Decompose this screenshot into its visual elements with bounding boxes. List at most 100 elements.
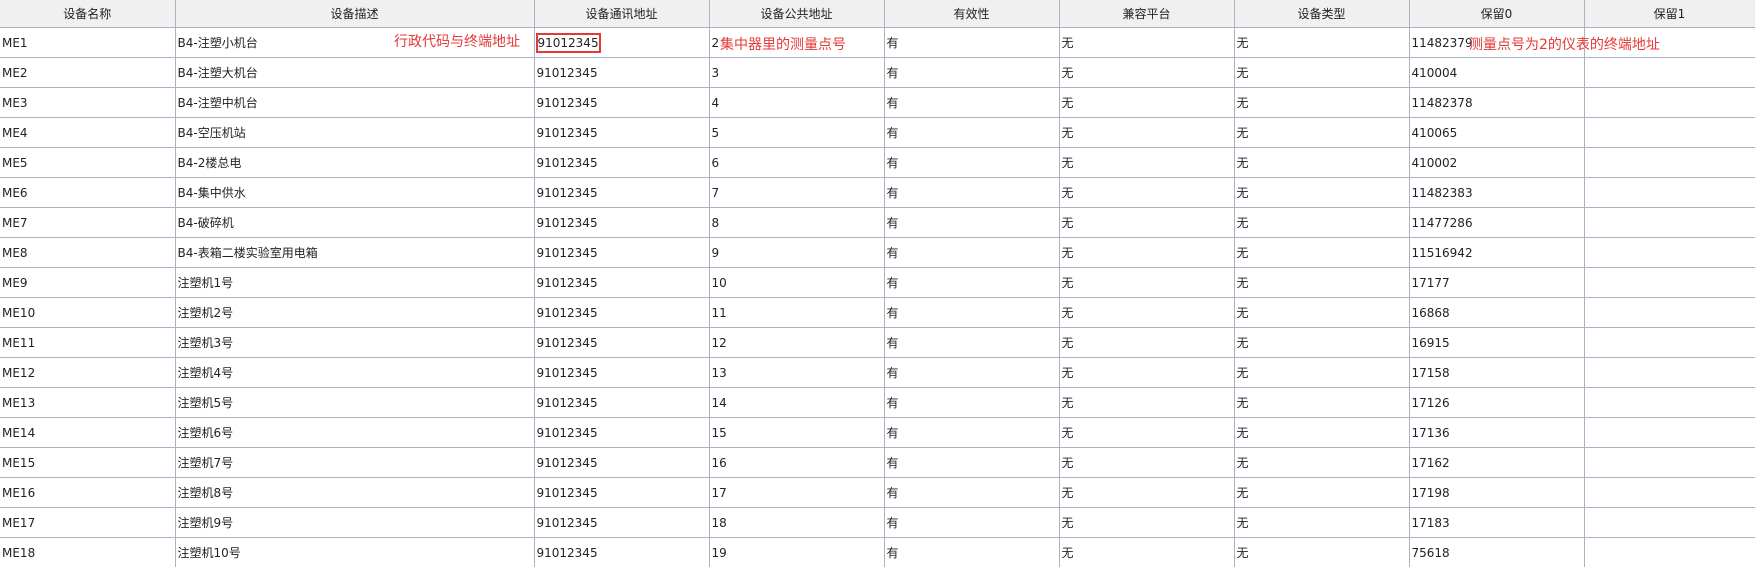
cell-validity[interactable]: 有 [884, 117, 1060, 148]
cell-type[interactable]: 无 [1234, 357, 1410, 388]
cell-comm-address[interactable]: 91012345 [534, 327, 710, 358]
column-header-public-address[interactable]: 设备公共地址 [709, 0, 885, 28]
cell-name[interactable]: ME18 [0, 537, 176, 567]
cell-validity[interactable]: 有 [884, 327, 1060, 358]
cell-type[interactable]: 无 [1234, 447, 1410, 478]
column-header-reserve0[interactable]: 保留0 [1409, 0, 1585, 28]
cell-reserve1[interactable] [1584, 147, 1755, 178]
table-row[interactable]: ME7 B4-破碎机 91012345 8 有 无 无 11477286 [0, 207, 1755, 238]
cell-name[interactable]: ME2 [0, 57, 176, 88]
cell-reserve1[interactable] [1584, 477, 1755, 508]
cell-desc[interactable]: B4-2楼总电 [175, 147, 535, 178]
cell-reserve1[interactable] [1584, 357, 1755, 388]
cell-public-address[interactable]: 6 [709, 147, 885, 178]
cell-desc[interactable]: B4-空压机站 [175, 117, 535, 148]
cell-platform[interactable]: 无 [1059, 87, 1235, 118]
table-row[interactable]: ME16 注塑机8号 91012345 17 有 无 无 17198 [0, 477, 1755, 508]
cell-type[interactable]: 无 [1234, 87, 1410, 118]
cell-name[interactable]: ME13 [0, 387, 176, 418]
cell-reserve0[interactable]: 16915 [1409, 327, 1585, 358]
cell-type[interactable]: 无 [1234, 267, 1410, 298]
cell-validity[interactable]: 有 [884, 147, 1060, 178]
cell-name[interactable]: ME3 [0, 87, 176, 118]
cell-validity[interactable]: 有 [884, 57, 1060, 88]
cell-reserve0[interactable]: 410065 [1409, 117, 1585, 148]
table-row[interactable]: ME9 注塑机1号 91012345 10 有 无 无 17177 [0, 267, 1755, 298]
cell-comm-address[interactable]: 91012345 [534, 477, 710, 508]
cell-validity[interactable]: 有 [884, 417, 1060, 448]
cell-desc[interactable]: 注塑机2号 [175, 297, 535, 328]
cell-desc[interactable]: 注塑机9号 [175, 507, 535, 538]
table-row[interactable]: ME3 B4-注塑中机台 91012345 4 有 无 无 11482378 [0, 87, 1755, 118]
cell-comm-address[interactable]: 91012345 [534, 507, 710, 538]
cell-public-address[interactable]: 10 [709, 267, 885, 298]
cell-validity[interactable]: 有 [884, 507, 1060, 538]
cell-public-address[interactable]: 14 [709, 387, 885, 418]
cell-reserve0[interactable]: 410002 [1409, 147, 1585, 178]
cell-platform[interactable]: 无 [1059, 267, 1235, 298]
cell-desc[interactable]: B4-破碎机 [175, 207, 535, 238]
cell-validity[interactable]: 有 [884, 207, 1060, 238]
cell-name[interactable]: ME4 [0, 117, 176, 148]
cell-reserve1[interactable] [1584, 327, 1755, 358]
cell-type[interactable]: 无 [1234, 237, 1410, 268]
cell-comm-address[interactable]: 91012345 [534, 27, 710, 58]
cell-platform[interactable]: 无 [1059, 57, 1235, 88]
cell-name[interactable]: ME10 [0, 297, 176, 328]
cell-desc[interactable]: B4-注塑大机台 [175, 57, 535, 88]
cell-name[interactable]: ME12 [0, 357, 176, 388]
cell-reserve0[interactable]: 11477286 [1409, 207, 1585, 238]
cell-comm-address[interactable]: 91012345 [534, 267, 710, 298]
cell-reserve1[interactable] [1584, 267, 1755, 298]
table-row[interactable]: ME10 注塑机2号 91012345 11 有 无 无 16868 [0, 297, 1755, 328]
cell-name[interactable]: ME16 [0, 477, 176, 508]
cell-desc[interactable]: 注塑机7号 [175, 447, 535, 478]
cell-public-address[interactable]: 18 [709, 507, 885, 538]
cell-name[interactable]: ME6 [0, 177, 176, 208]
cell-public-address[interactable]: 8 [709, 207, 885, 238]
cell-platform[interactable]: 无 [1059, 297, 1235, 328]
cell-comm-address[interactable]: 91012345 [534, 147, 710, 178]
cell-platform[interactable]: 无 [1059, 147, 1235, 178]
cell-validity[interactable]: 有 [884, 267, 1060, 298]
cell-validity[interactable]: 有 [884, 297, 1060, 328]
cell-validity[interactable]: 有 [884, 237, 1060, 268]
table-row[interactable]: ME12 注塑机4号 91012345 13 有 无 无 17158 [0, 357, 1755, 388]
cell-platform[interactable]: 无 [1059, 537, 1235, 567]
cell-type[interactable]: 无 [1234, 147, 1410, 178]
cell-desc[interactable]: 注塑机1号 [175, 267, 535, 298]
cell-reserve1[interactable] [1584, 387, 1755, 418]
cell-type[interactable]: 无 [1234, 117, 1410, 148]
cell-desc[interactable]: 注塑机10号 [175, 537, 535, 567]
cell-reserve0[interactable]: 16868 [1409, 297, 1585, 328]
cell-platform[interactable]: 无 [1059, 237, 1235, 268]
cell-comm-address[interactable]: 91012345 [534, 237, 710, 268]
table-row[interactable]: ME4 B4-空压机站 91012345 5 有 无 无 410065 [0, 117, 1755, 148]
column-header-comm-address[interactable]: 设备通讯地址 [534, 0, 710, 28]
cell-name[interactable]: ME7 [0, 207, 176, 238]
cell-reserve1[interactable] [1584, 537, 1755, 567]
cell-public-address[interactable]: 19 [709, 537, 885, 567]
cell-platform[interactable]: 无 [1059, 507, 1235, 538]
cell-platform[interactable]: 无 [1059, 327, 1235, 358]
cell-type[interactable]: 无 [1234, 537, 1410, 567]
cell-comm-address[interactable]: 91012345 [534, 297, 710, 328]
column-header-desc[interactable]: 设备描述 [175, 0, 535, 28]
cell-name[interactable]: ME9 [0, 267, 176, 298]
table-row[interactable]: ME15 注塑机7号 91012345 16 有 无 无 17162 [0, 447, 1755, 478]
table-row[interactable]: ME13 注塑机5号 91012345 14 有 无 无 17126 [0, 387, 1755, 418]
cell-type[interactable]: 无 [1234, 327, 1410, 358]
cell-platform[interactable]: 无 [1059, 447, 1235, 478]
cell-desc[interactable]: B4-表箱二楼实验室用电箱 [175, 237, 535, 268]
cell-reserve0[interactable]: 11516942 [1409, 237, 1585, 268]
cell-public-address[interactable]: 12 [709, 327, 885, 358]
cell-validity[interactable]: 有 [884, 387, 1060, 418]
cell-validity[interactable]: 有 [884, 477, 1060, 508]
cell-reserve0[interactable]: 410004 [1409, 57, 1585, 88]
cell-reserve0[interactable]: 17158 [1409, 357, 1585, 388]
cell-reserve0[interactable]: 11482383 [1409, 177, 1585, 208]
cell-name[interactable]: ME11 [0, 327, 176, 358]
cell-reserve0[interactable]: 11482378 [1409, 87, 1585, 118]
cell-reserve0[interactable]: 17126 [1409, 387, 1585, 418]
cell-desc[interactable]: B4-集中供水 [175, 177, 535, 208]
